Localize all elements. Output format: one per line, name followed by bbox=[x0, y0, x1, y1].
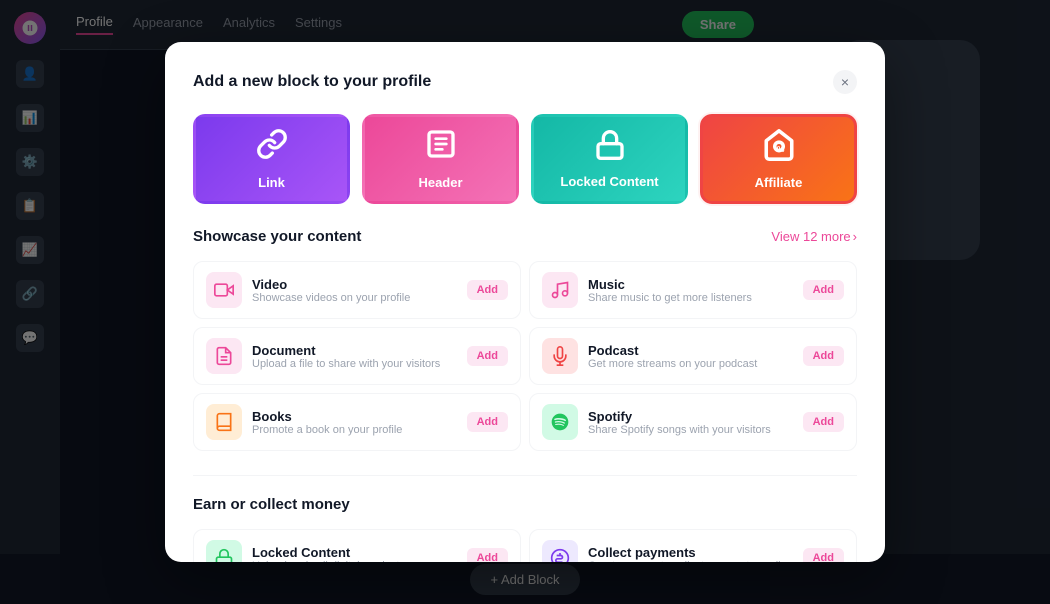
block-type-link[interactable]: Link bbox=[193, 114, 350, 204]
podcast-name: Podcast bbox=[588, 343, 793, 358]
modal-header: Add a new block to your profile × bbox=[193, 70, 857, 94]
books-name: Books bbox=[252, 409, 457, 424]
locked-content-add-button[interactable]: Add bbox=[467, 548, 508, 562]
modal-title: Add a new block to your profile bbox=[193, 73, 431, 91]
block-type-header[interactable]: Header bbox=[362, 114, 519, 204]
podcast-icon bbox=[542, 338, 578, 374]
locked-label: Locked Content bbox=[560, 174, 658, 189]
header-icon bbox=[425, 128, 457, 167]
earn-title: Earn or collect money bbox=[193, 496, 350, 513]
chevron-right-icon: › bbox=[853, 229, 857, 244]
podcast-info: Podcast Get more streams on your podcast bbox=[588, 343, 793, 370]
earn-items-grid: Locked Content Upload and sell digital p… bbox=[193, 529, 857, 562]
link-label: Link bbox=[258, 175, 285, 190]
link-icon bbox=[256, 128, 288, 167]
payments-icon bbox=[542, 540, 578, 562]
spotify-add-button[interactable]: Add bbox=[803, 412, 844, 432]
music-add-button[interactable]: Add bbox=[803, 280, 844, 300]
video-add-button[interactable]: Add bbox=[467, 280, 508, 300]
block-types-row: Link Header bbox=[193, 114, 857, 204]
affiliate-label: Affiliate bbox=[755, 175, 803, 190]
modal-close-button[interactable]: × bbox=[833, 70, 857, 94]
document-add-button[interactable]: Add bbox=[467, 346, 508, 366]
document-desc: Upload a file to share with your visitor… bbox=[252, 358, 457, 370]
list-item: Books Promote a book on your profile Add bbox=[193, 393, 521, 451]
modal: Add a new block to your profile × Link bbox=[165, 42, 885, 562]
locked-content-name: Locked Content bbox=[252, 545, 457, 560]
books-desc: Promote a book on your profile bbox=[252, 424, 457, 436]
music-desc: Share music to get more listeners bbox=[588, 292, 793, 304]
view-more-link[interactable]: View 12 more › bbox=[771, 229, 857, 244]
podcast-add-button[interactable]: Add bbox=[803, 346, 844, 366]
payments-info: Collect payments Create a page to collec… bbox=[588, 545, 793, 563]
list-item: Music Share music to get more listeners … bbox=[529, 261, 857, 319]
affiliate-icon: % bbox=[762, 128, 796, 167]
podcast-desc: Get more streams on your podcast bbox=[588, 358, 793, 370]
list-item: Document Upload a file to share with you… bbox=[193, 327, 521, 385]
list-item: Locked Content Upload and sell digital p… bbox=[193, 529, 521, 562]
showcase-section: Showcase your content View 12 more › bbox=[193, 228, 857, 451]
spotify-icon bbox=[542, 404, 578, 440]
spotify-desc: Share Spotify songs with your visitors bbox=[588, 424, 793, 436]
locked-icon bbox=[594, 129, 626, 166]
header-label: Header bbox=[418, 175, 462, 190]
locked-content-icon bbox=[206, 540, 242, 562]
block-type-affiliate[interactable]: % Affiliate bbox=[700, 114, 857, 204]
video-icon bbox=[206, 272, 242, 308]
video-desc: Showcase videos on your profile bbox=[252, 292, 457, 304]
list-item: Collect payments Create a page to collec… bbox=[529, 529, 857, 562]
block-type-locked[interactable]: Locked Content bbox=[531, 114, 688, 204]
spotify-info: Spotify Share Spotify songs with your vi… bbox=[588, 409, 793, 436]
payments-name: Collect payments bbox=[588, 545, 793, 560]
document-icon bbox=[206, 338, 242, 374]
modal-backdrop: Add a new block to your profile × Link bbox=[0, 0, 1050, 604]
music-icon bbox=[542, 272, 578, 308]
document-name: Document bbox=[252, 343, 457, 358]
locked-content-desc: Upload and sell digital products bbox=[252, 560, 457, 563]
list-item: Spotify Share Spotify songs with your vi… bbox=[529, 393, 857, 451]
payments-desc: Create a page to collect payments easily bbox=[588, 560, 793, 563]
list-item: Video Showcase videos on your profile Ad… bbox=[193, 261, 521, 319]
books-icon bbox=[206, 404, 242, 440]
spotify-name: Spotify bbox=[588, 409, 793, 424]
video-info: Video Showcase videos on your profile bbox=[252, 277, 457, 304]
showcase-items-grid: Video Showcase videos on your profile Ad… bbox=[193, 261, 857, 451]
earn-section: Earn or collect money Locked Content Upl… bbox=[193, 475, 857, 562]
video-name: Video bbox=[252, 277, 457, 292]
list-item: Podcast Get more streams on your podcast… bbox=[529, 327, 857, 385]
earn-header: Earn or collect money bbox=[193, 496, 857, 513]
showcase-title: Showcase your content bbox=[193, 228, 361, 245]
payments-add-button[interactable]: Add bbox=[803, 548, 844, 562]
music-name: Music bbox=[588, 277, 793, 292]
books-info: Books Promote a book on your profile bbox=[252, 409, 457, 436]
document-info: Document Upload a file to share with you… bbox=[252, 343, 457, 370]
showcase-header: Showcase your content View 12 more › bbox=[193, 228, 857, 245]
books-add-button[interactable]: Add bbox=[467, 412, 508, 432]
music-info: Music Share music to get more listeners bbox=[588, 277, 793, 304]
svg-text:%: % bbox=[776, 144, 784, 154]
locked-content-info: Locked Content Upload and sell digital p… bbox=[252, 545, 457, 563]
